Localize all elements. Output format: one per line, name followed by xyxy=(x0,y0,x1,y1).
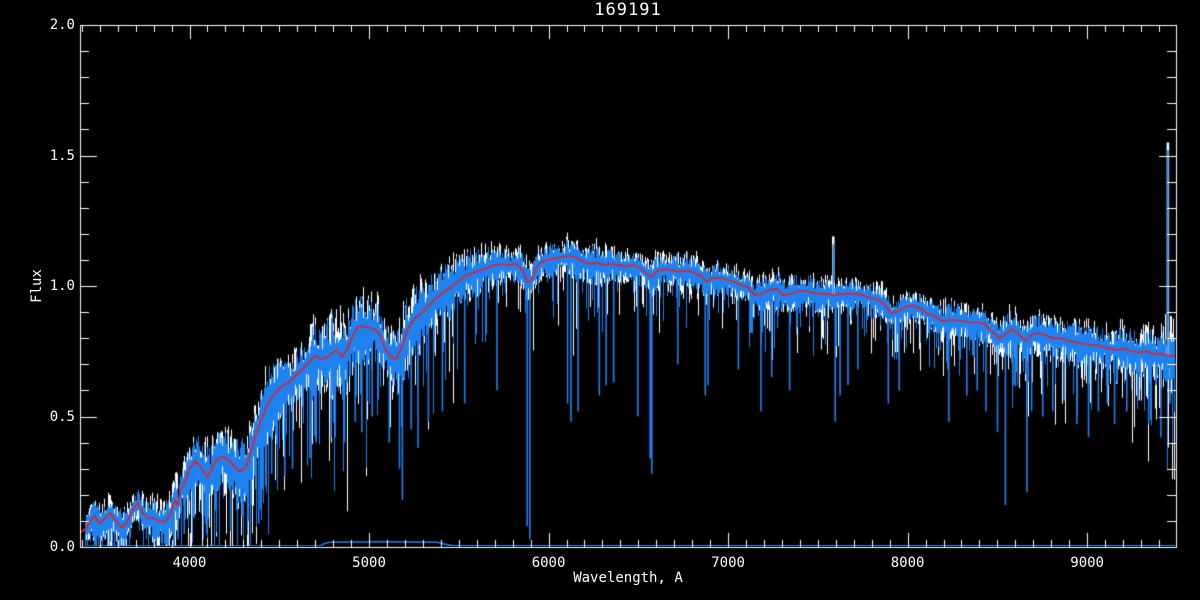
x-tick-label: 7000 xyxy=(693,555,763,571)
y-tick-label: 0.0 xyxy=(31,539,75,555)
spectrum-plot: 169191 Flux Wavelength, A 0.00.51.01.52.… xyxy=(0,0,1200,600)
plot-title: 169191 xyxy=(80,0,1176,20)
y-tick-label: 1.0 xyxy=(31,278,75,294)
x-tick-label: 6000 xyxy=(514,555,584,571)
x-tick-label: 9000 xyxy=(1052,555,1122,571)
spectrum-canvas xyxy=(0,0,1200,600)
x-tick-label: 8000 xyxy=(873,555,943,571)
y-tick-label: 2.0 xyxy=(31,17,75,33)
x-axis-title: Wavelength, A xyxy=(80,570,1176,586)
y-tick-label: 0.5 xyxy=(31,409,75,425)
x-tick-label: 5000 xyxy=(334,555,404,571)
y-tick-label: 1.5 xyxy=(31,148,75,164)
x-tick-label: 4000 xyxy=(155,555,225,571)
